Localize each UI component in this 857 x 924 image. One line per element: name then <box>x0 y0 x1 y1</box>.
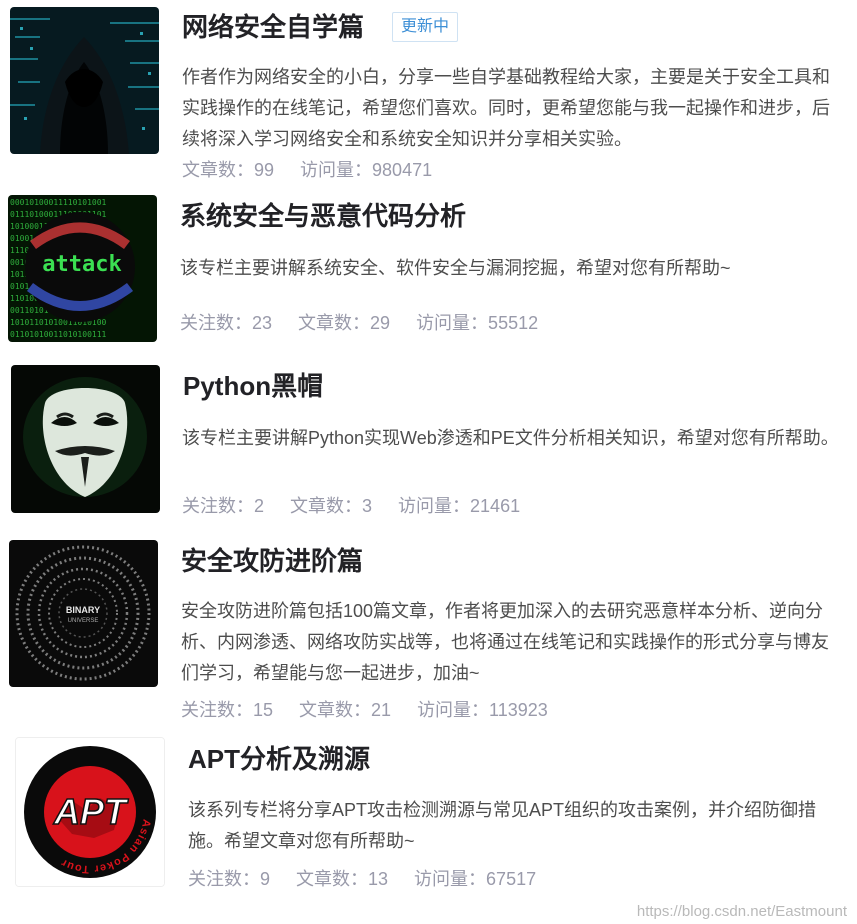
status-badge: 更新中 <box>392 12 459 42</box>
column-description: 该专栏主要讲解系统安全、软件安全与漏洞挖掘，希望对您有所帮助~ <box>180 258 731 278</box>
article-count: 文章数：21 <box>299 700 392 720</box>
svg-text:00010100011110101001: 00010100011110101001 <box>10 198 107 207</box>
column-stats: 关注数：23 文章数：29 访问量：55512 <box>180 311 564 335</box>
follower-count: 关注数：15 <box>181 700 274 720</box>
view-count: 访问量：21461 <box>398 496 521 516</box>
column-description: 安全攻防进阶篇包括100篇文章，作者将更加深入的去研究恶意样本分析、逆向分析、内… <box>181 601 829 683</box>
thumb-binary-text: BINARY <box>66 605 100 615</box>
article-count: 文章数：29 <box>298 313 391 333</box>
binary-universe-thumbnail[interactable]: BINARY UNIVERSE <box>9 540 158 687</box>
column-description: 该系列专栏将分享APT攻击检测溯源与常见APT组织的攻击案例，并介绍防御措施。希… <box>188 800 817 851</box>
view-count: 访问量：55512 <box>416 313 539 333</box>
thumb-universe-text: UNIVERSE <box>68 618 99 624</box>
column-description: 作者作为网络安全的小白，分享一些自学基础教程给大家，主要是关于安全工具和实践操作… <box>182 67 830 149</box>
column-stats: 关注数：2 文章数：3 访问量：21461 <box>182 494 546 518</box>
column-stats: 关注数：9 文章数：13 访问量：67517 <box>188 867 562 891</box>
follower-count: 关注数：2 <box>182 496 265 516</box>
hacker-hoodie-thumbnail[interactable] <box>10 7 159 154</box>
follower-count: 关注数：9 <box>188 869 271 889</box>
article-count: 文章数：3 <box>290 496 373 516</box>
column-title[interactable]: APT分析及溯源 <box>188 743 370 775</box>
attack-thumbnail[interactable]: 00010100011110101001 0111010001110100110… <box>8 195 157 342</box>
anonymous-mask-thumbnail[interactable] <box>11 365 160 513</box>
column-title[interactable]: 安全攻防进阶篇 <box>181 545 363 577</box>
follower-count: 关注数：23 <box>180 313 273 333</box>
view-count: 访问量：113923 <box>417 700 548 720</box>
thumb-attack-text: attack <box>42 252 121 277</box>
view-count: 访问量：980471 <box>300 160 433 180</box>
watermark: https://blog.csdn.net/Eastmount <box>636 903 847 920</box>
column-stats: 文章数：99 访问量：980471 <box>182 158 458 182</box>
column-title[interactable]: Python黑帽 <box>183 370 323 402</box>
view-count: 访问量：67517 <box>414 869 537 889</box>
apt-logo-thumbnail[interactable]: Asian Poker Tour APT <box>15 737 165 887</box>
column-title[interactable]: 网络安全自学篇 <box>182 11 364 43</box>
article-count: 文章数：13 <box>296 869 389 889</box>
column-title[interactable]: 系统安全与恶意代码分析 <box>180 200 466 232</box>
column-stats: 关注数：15 文章数：21 访问量：113923 <box>181 698 574 722</box>
column-description: 该专栏主要讲解Python实现Web渗透和PE文件分析相关知识，希望对您有所帮助… <box>182 428 839 448</box>
svg-text:01101010011010100111: 01101010011010100111 <box>10 330 107 339</box>
thumb-apt-text: APT <box>53 791 129 832</box>
article-count: 文章数：99 <box>182 160 275 180</box>
